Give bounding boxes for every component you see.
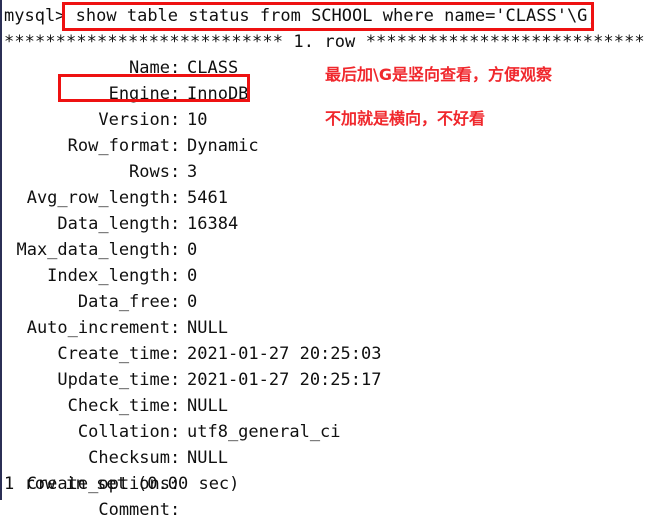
command-spacer [65, 6, 75, 26]
table-row: Max_data_length: 0 [2, 237, 661, 263]
mysql-prompt: mysql> [4, 6, 66, 26]
field-colon: : [170, 214, 181, 234]
table-row: Data_free: 0 [2, 289, 661, 315]
table-row: Avg_row_length: 5461 [2, 185, 661, 211]
field-key: Data_length [57, 214, 170, 234]
field-value: 16384 [187, 214, 239, 234]
field-value: NULL [187, 318, 228, 338]
field-key: Check_time [67, 396, 170, 416]
field-key: Update_time [57, 370, 170, 390]
table-row: Checksum: NULL [2, 445, 661, 471]
field-value: NULL [187, 396, 228, 416]
field-colon: : [170, 110, 181, 130]
field-colon: : [170, 266, 181, 286]
annotation-note-vertical-view: 最后加\G是竖向查看，方便观察 [325, 65, 552, 84]
table-row: Row_format: Dynamic [2, 133, 661, 159]
row-separator-line: *************************** 1. row *****… [4, 32, 645, 52]
field-key: Avg_row_length [26, 188, 170, 208]
field-value: 2021-01-27 20:25:03 [187, 344, 382, 364]
field-key: Row_format [67, 136, 170, 156]
field-key: Collation [77, 422, 170, 442]
field-colon: : [170, 396, 181, 416]
mysql-terminal-window: mysql> show table status from SCHOOL whe… [0, 0, 661, 520]
field-colon: : [170, 370, 181, 390]
field-key: Version [98, 110, 170, 130]
command-line: mysql> show table status from SCHOOL whe… [4, 3, 598, 29]
field-value: 0 [187, 266, 198, 286]
table-row: Rows: 3 [2, 159, 661, 185]
field-key: Create_time [57, 344, 170, 364]
field-colon: : [170, 58, 181, 78]
field-value: 10 [187, 110, 208, 130]
field-value: NULL [187, 448, 228, 468]
field-value: CLASS [187, 58, 239, 78]
field-colon: : [170, 136, 181, 156]
field-value: 2021-01-27 20:25:17 [187, 370, 382, 390]
field-value: 0 [187, 240, 198, 260]
field-value: 0 [187, 292, 198, 312]
table-row: Create_time: 2021-01-27 20:25:03 [2, 341, 661, 367]
table-row: Index_length: 0 [2, 263, 661, 289]
field-colon: : [170, 240, 181, 260]
field-key: Comment [98, 500, 170, 520]
field-colon: : [170, 162, 181, 182]
field-colon: : [170, 188, 181, 208]
field-colon: : [170, 448, 181, 468]
table-row: Data_length: 16384 [2, 211, 661, 237]
field-colon: : [170, 500, 181, 520]
field-colon: : [170, 84, 181, 104]
field-colon: : [170, 318, 181, 338]
field-colon: : [170, 344, 181, 364]
field-value: 3 [187, 162, 198, 182]
field-key: Index_length [47, 266, 170, 286]
annotation-note-horizontal-view: 不加就是横向，不好看 [325, 109, 486, 128]
field-colon: : [170, 422, 181, 442]
field-value: utf8_general_ci [187, 422, 341, 442]
sql-command-text[interactable]: show table status from SCHOOL where name… [76, 6, 598, 26]
field-colon: : [170, 292, 181, 312]
field-key: Checksum [88, 448, 170, 468]
field-value: Dynamic [187, 136, 259, 156]
field-value: InnoDB [187, 84, 249, 104]
field-key: Name [129, 58, 170, 78]
field-key: Auto_increment [26, 318, 170, 338]
table-row: Comment: [2, 497, 661, 523]
table-row: Auto_increment: NULL [2, 315, 661, 341]
field-key: Rows [129, 162, 170, 182]
table-row: Update_time: 2021-01-27 20:25:17 [2, 367, 661, 393]
field-value: 5461 [187, 188, 228, 208]
field-key: Engine [108, 84, 170, 104]
table-row: Collation: utf8_general_ci [2, 419, 661, 445]
field-key: Data_free [77, 292, 170, 312]
result-summary-line: 1 row in set (0.00 sec) [4, 474, 240, 494]
field-key: Max_data_length [16, 240, 170, 260]
table-row: Check_time: NULL [2, 393, 661, 419]
